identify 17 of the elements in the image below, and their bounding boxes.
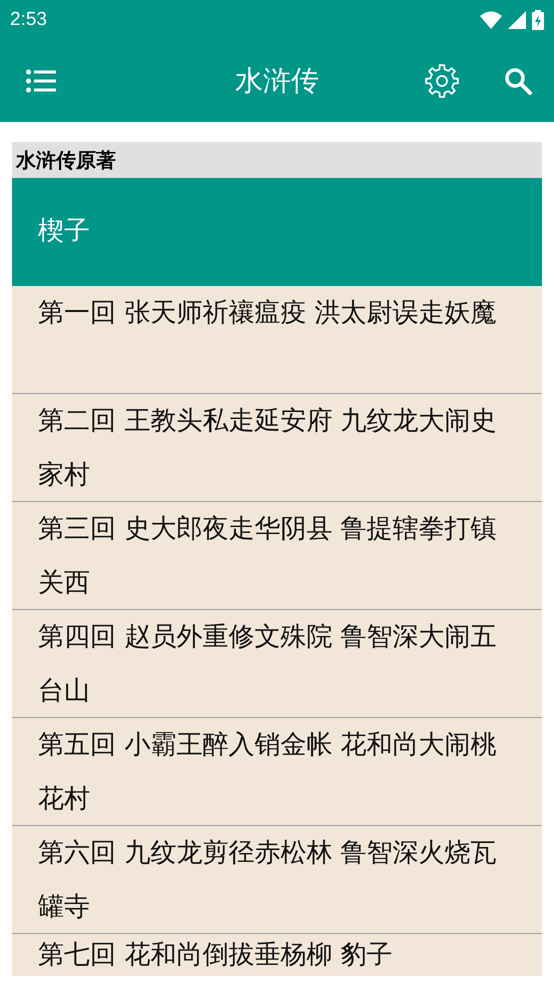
chapter-item[interactable]: 第七回 花和尚倒拔垂杨柳 豹子: [12, 934, 542, 976]
search-icon[interactable]: [504, 67, 532, 95]
chapter-item[interactable]: 第二回 王教头私走延安府 九纹龙大闹史家村: [12, 394, 542, 502]
settings-icon[interactable]: [424, 63, 460, 99]
signal-icon: [508, 11, 526, 29]
chapter-item[interactable]: 第五回 小霸王醉入销金帐 花和尚大闹桃花村: [12, 718, 542, 826]
chapter-item[interactable]: 楔子: [12, 178, 542, 286]
wifi-icon: [480, 11, 502, 29]
chapter-item[interactable]: 第一回 张天师祈禳瘟疫 洪太尉误走妖魔: [12, 286, 542, 394]
chapter-item[interactable]: 第三回 史大郎夜走华阴县 鲁提辖拳打镇关西: [12, 502, 542, 610]
app-title: 水浒传: [235, 63, 319, 99]
battery-icon: [532, 10, 544, 30]
chapter-item[interactable]: 第四回 赵员外重修文殊院 鲁智深大闹五台山: [12, 610, 542, 718]
section-header: 水浒传原著: [12, 142, 542, 178]
menu-icon[interactable]: [26, 69, 56, 93]
chapter-item[interactable]: 第六回 九纹龙剪径赤松林 鲁智深火烧瓦罐寺: [12, 826, 542, 934]
clock: 2:53: [10, 9, 47, 31]
